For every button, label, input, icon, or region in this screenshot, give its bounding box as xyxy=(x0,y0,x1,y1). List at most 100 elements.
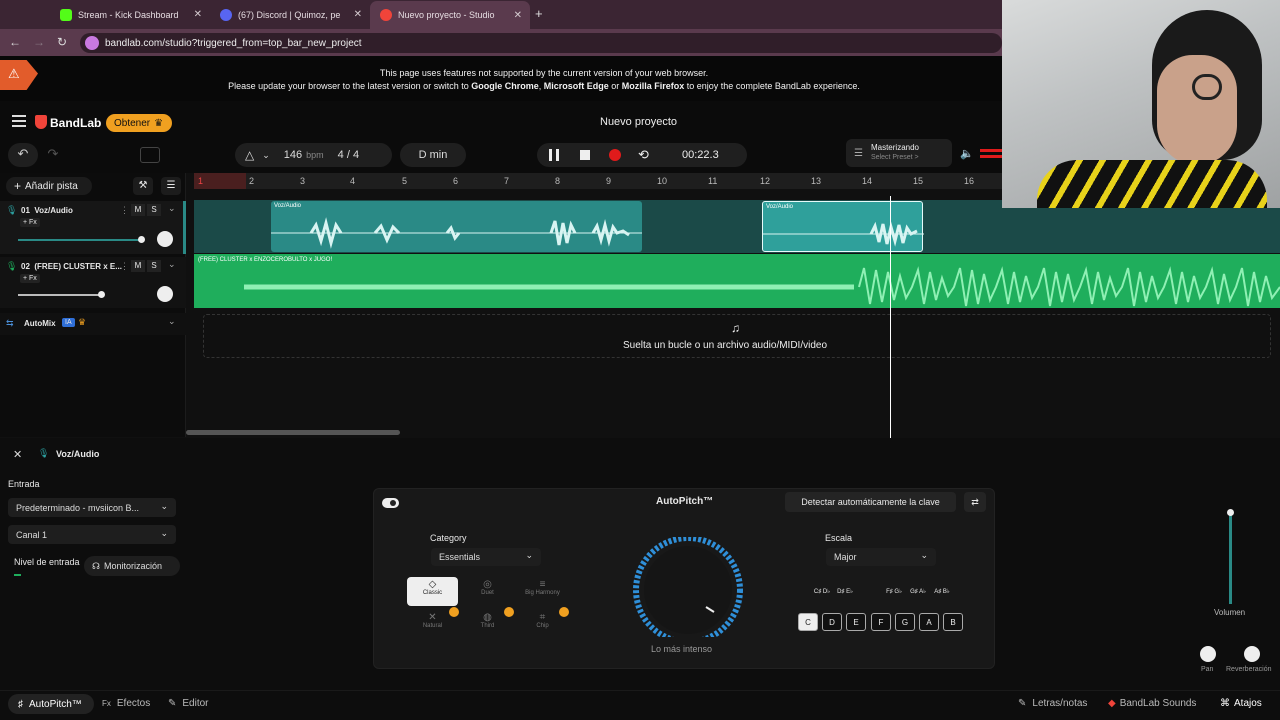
track-row[interactable]: 🎙 02 (FREE) CLUSTER x E... ⋮ M S ⌄ + Fx xyxy=(0,257,186,308)
preset-classic[interactable]: ◇ Classic xyxy=(407,577,458,606)
add-fx-button[interactable]: + Fx xyxy=(20,274,40,283)
reverb-knob[interactable] xyxy=(1244,646,1260,662)
editor-tab[interactable]: ✎ Editor xyxy=(168,698,209,709)
pan-knob[interactable] xyxy=(157,286,173,302)
playhead[interactable] xyxy=(890,196,891,438)
address-input[interactable]: bandlab.com/studio?triggered_from=top_ba… xyxy=(80,33,1002,53)
volume-thumb[interactable] xyxy=(138,236,145,243)
preset-duet[interactable]: ◎ Duet xyxy=(462,577,513,606)
audio-clip-selected[interactable]: Voz/Audio xyxy=(762,201,924,252)
key-b[interactable]: B xyxy=(943,613,963,631)
automix-row[interactable]: ⇆ AutoMix IA ♛ ⌄ xyxy=(0,313,186,335)
tab-kick[interactable]: Stream - Kick Dashboard ✕ xyxy=(50,4,210,25)
key-a[interactable]: A xyxy=(919,613,939,631)
input-device-select[interactable]: Predeterminado - mvsiicon B... ⌄ xyxy=(8,498,176,517)
more-icon[interactable]: ⋮ xyxy=(120,205,129,216)
key-sharp[interactable]: A♯ B♭ xyxy=(932,588,952,595)
chevron-down-icon[interactable]: ⌄ xyxy=(168,203,176,214)
close-icon[interactable]: ✕ xyxy=(13,448,22,461)
volume-fader-thumb[interactable] xyxy=(1227,509,1234,516)
back-icon[interactable]: ← xyxy=(9,35,21,49)
pan-knob[interactable] xyxy=(157,231,173,247)
premium-badge-icon xyxy=(504,607,514,617)
forward-icon[interactable]: → xyxy=(33,35,45,49)
close-tab-icon[interactable]: ✕ xyxy=(354,9,362,20)
key-c[interactable]: C xyxy=(798,613,818,631)
monitor-button[interactable]: ☊ Monitorización xyxy=(84,556,180,576)
reload-icon[interactable]: ↻ xyxy=(57,35,67,49)
close-tab-icon[interactable]: ✕ xyxy=(194,9,202,20)
stop-icon[interactable] xyxy=(580,150,590,160)
chrome-link[interactable]: Google Chrome xyxy=(471,81,539,91)
key-sharp[interactable]: G♯ A♭ xyxy=(908,588,928,595)
solo-button[interactable]: S xyxy=(147,260,161,272)
wand-icon[interactable]: ⚒ xyxy=(133,177,153,195)
close-tab-icon[interactable]: ✕ xyxy=(514,10,522,21)
detect-key-button[interactable]: Detectar automáticamente la clave xyxy=(785,492,956,512)
effects-tab[interactable]: Fx Efectos xyxy=(102,698,150,709)
mute-button[interactable]: M xyxy=(131,204,145,216)
site-info-icon[interactable] xyxy=(85,36,99,50)
redo-icon[interactable]: ↷ xyxy=(40,143,66,167)
lyrics-tab[interactable]: ✎ Letras/notas xyxy=(1018,698,1087,709)
speaker-icon[interactable]: 🔈 xyxy=(960,147,974,160)
metronome-icon[interactable]: △ xyxy=(245,148,254,162)
tab-bandlab[interactable]: Nuevo proyecto - Studio ✕ xyxy=(370,1,530,29)
tab-discord[interactable]: (67) Discord | Quimoz, pe ✕ xyxy=(210,4,370,25)
settings-icon[interactable]: ⇄ xyxy=(964,492,986,512)
autopitch-tab[interactable]: ♯ AutoPitch™ xyxy=(8,694,94,714)
track-row[interactable]: 🎙 01 Voz/Audio ⋮ M S ⌄ + Fx xyxy=(0,201,186,254)
key-g[interactable]: G xyxy=(895,613,915,631)
track-lane-beat[interactable]: (FREE) CLUSTER x ENZOCEROBULTO x JUGO! xyxy=(194,254,1280,308)
record-icon[interactable] xyxy=(609,149,621,161)
bypass-toggle[interactable] xyxy=(382,498,399,508)
logo-text[interactable]: BandLab xyxy=(50,116,101,130)
crown-icon: ♛ xyxy=(78,317,87,327)
preset-big-harmony[interactable]: ≡ Big Harmony xyxy=(517,577,568,606)
pan-knob[interactable] xyxy=(1200,646,1216,662)
add-fx-button[interactable]: + Fx xyxy=(20,218,40,227)
project-title[interactable]: Nuevo proyecto xyxy=(600,116,677,128)
mute-button[interactable]: M xyxy=(131,260,145,272)
key-sharp[interactable]: C♯ D♭ xyxy=(812,588,832,595)
key-d[interactable]: D xyxy=(822,613,842,631)
solo-button[interactable]: S xyxy=(147,204,161,216)
chevron-down-icon[interactable]: ⌄ xyxy=(168,259,176,270)
volume-fader[interactable] xyxy=(1229,512,1232,604)
menu-icon[interactable] xyxy=(12,115,26,127)
channel-select[interactable]: Canal 1 ⌄ xyxy=(8,525,176,544)
more-icon[interactable]: ⋮ xyxy=(120,261,129,272)
key-e[interactable]: E xyxy=(846,613,866,631)
add-track-button[interactable]: + Añadir pista xyxy=(6,177,92,195)
edge-link[interactable]: Microsoft Edge xyxy=(544,81,609,91)
tempo-value[interactable]: 146 xyxy=(284,149,302,161)
chevron-down-icon[interactable]: ⌄ xyxy=(262,150,270,161)
horizontal-scrollbar[interactable] xyxy=(186,430,400,435)
volume-thumb[interactable] xyxy=(98,291,105,298)
shortcuts-tab[interactable]: ⌘ Atajos xyxy=(1220,698,1262,709)
loop-icon[interactable]: ⟲ xyxy=(638,147,649,163)
drop-zone[interactable]: ♫ Suelta un bucle o un archivo audio/MID… xyxy=(203,314,1271,358)
sounds-tab[interactable]: ◆ BandLab Sounds xyxy=(1108,698,1196,709)
firefox-link[interactable]: Mozilla Firefox xyxy=(622,81,685,91)
intensity-knob[interactable] xyxy=(630,537,750,637)
undo-icon[interactable]: ↶ xyxy=(8,143,38,167)
key-sharp[interactable]: F♯ G♭ xyxy=(884,588,904,595)
key-sharp[interactable]: D♯ E♭ xyxy=(835,588,855,595)
key-f[interactable]: F xyxy=(871,613,891,631)
chevron-down-icon[interactable]: ⌄ xyxy=(168,316,176,327)
new-tab-icon[interactable]: + xyxy=(535,6,543,21)
scale-select[interactable]: Major ⌄ xyxy=(826,548,936,566)
volume-slider[interactable] xyxy=(18,294,104,296)
volume-slider[interactable] xyxy=(18,239,141,241)
get-button[interactable]: Obtener ♛ xyxy=(106,114,172,132)
category-select[interactable]: Essentials ⌄ xyxy=(431,548,541,566)
key-selector[interactable]: D min xyxy=(400,143,466,167)
mastering-button[interactable]: ☰ Masterizando Select Preset > xyxy=(846,139,952,167)
time-signature[interactable]: 4 / 4 xyxy=(338,149,359,161)
track-settings-icon[interactable]: ☰ xyxy=(161,177,181,195)
pause-icon[interactable] xyxy=(549,149,559,161)
mixer-icon[interactable] xyxy=(140,147,160,163)
audio-clip[interactable]: (FREE) CLUSTER x ENZOCEROBULTO x JUGO! xyxy=(194,254,1280,308)
audio-clip[interactable]: Voz/Audio xyxy=(271,201,642,252)
